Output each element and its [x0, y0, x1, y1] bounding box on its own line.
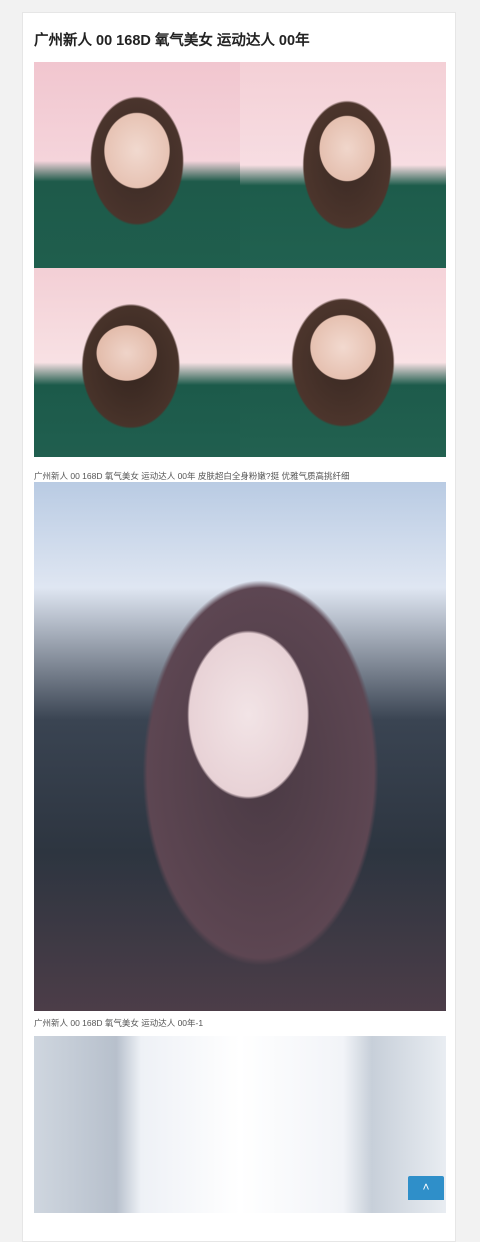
portrait-photo-image[interactable]	[34, 482, 446, 1011]
post-card: 广州新人 00 168D 氧气美女 运动达人 00年 广州新人 00 168D …	[22, 12, 456, 1242]
chevron-up-icon: ˄	[422, 1180, 430, 1194]
collage-photo-4	[240, 268, 446, 457]
back-to-top-button[interactable]: ˄	[408, 1176, 444, 1200]
image-caption: 广州新人 00 168D 氧气美女 运动达人 00年-1	[34, 1018, 204, 1028]
collage-photo-2	[240, 62, 446, 268]
photo-collage-image[interactable]	[34, 62, 446, 457]
post-title: 广州新人 00 168D 氧气美女 运动达人 00年	[34, 33, 310, 49]
image-caption: 广州新人 00 168D 氧气美女 运动达人 00年 皮肤超白全身粉嫩?挺 优雅…	[34, 471, 350, 481]
room-photo-image[interactable]	[34, 1036, 446, 1213]
collage-photo-3	[34, 268, 240, 457]
collage-photo-1	[34, 62, 240, 268]
